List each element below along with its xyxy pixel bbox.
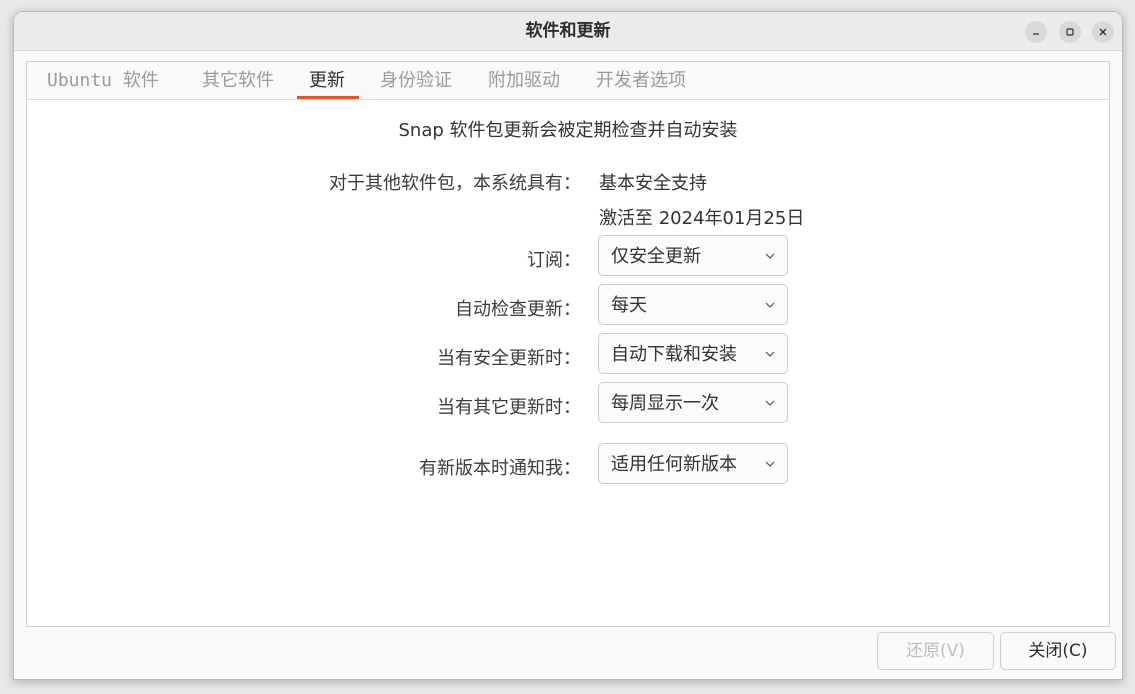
revert-button[interactable]: 还原(V) — [877, 632, 994, 670]
other-updates-select[interactable]: 每周显示一次 — [598, 382, 788, 423]
close-icon — [1099, 28, 1107, 36]
chevron-down-icon — [765, 253, 775, 259]
security-updates-select-value: 自动下载和安装 — [611, 344, 737, 365]
chevron-down-icon — [765, 351, 775, 357]
subscription-select-value: 仅安全更新 — [611, 246, 701, 267]
security-updates-select[interactable]: 自动下载和安装 — [598, 333, 788, 374]
tab-additional-drivers[interactable]: 附加驱动 — [488, 62, 560, 99]
tab-updates[interactable]: 更新 — [309, 62, 345, 99]
notify-label: 有新版本时通知我： — [419, 458, 581, 479]
minimize-icon — [1033, 33, 1039, 35]
window-title: 软件和更新 — [525, 21, 611, 41]
other-packages-value: 基本安全支持 — [599, 173, 707, 194]
subscription-label: 订阅： — [527, 250, 581, 271]
active-tab-indicator — [297, 96, 359, 99]
auto-check-select[interactable]: 每天 — [598, 284, 788, 325]
tab-bar: Ubuntu 软件 其它软件 更新 身份验证 附加驱动 开发者选项 — [27, 62, 1109, 100]
titlebar: 软件和更新 — [14, 12, 1122, 51]
tab-developer-options[interactable]: 开发者选项 — [596, 62, 686, 99]
notify-select[interactable]: 适用任何新版本 — [598, 443, 788, 484]
notify-select-value: 适用任何新版本 — [611, 454, 737, 475]
tab-ubuntu-software[interactable]: Ubuntu 软件 — [47, 62, 159, 99]
close-button[interactable]: 关闭(C) — [1000, 632, 1116, 670]
auto-check-select-value: 每天 — [611, 295, 647, 316]
chevron-down-icon — [765, 302, 775, 308]
tab-authentication[interactable]: 身份验证 — [380, 62, 452, 99]
activation-date: 激活至 2024年01月25日 — [599, 208, 805, 229]
security-updates-label: 当有安全更新时： — [437, 348, 581, 369]
close-window-button[interactable] — [1092, 21, 1114, 43]
notebook-panel: Ubuntu 软件 其它软件 更新 身份验证 附加驱动 开发者选项 Snap 软… — [26, 61, 1110, 627]
subscription-select[interactable]: 仅安全更新 — [598, 235, 788, 276]
minimize-button[interactable] — [1025, 21, 1047, 43]
auto-check-label: 自动检查更新： — [455, 299, 581, 320]
other-updates-label: 当有其它更新时： — [437, 397, 581, 418]
tab-other-software[interactable]: 其它软件 — [202, 62, 274, 99]
snap-update-note: Snap 软件包更新会被定期检查并自动安装 — [398, 120, 738, 141]
software-updates-window: 软件和更新 Ubuntu 软件 其它软件 更新 身份验证 附加驱动 开发者选项 … — [13, 11, 1123, 680]
maximize-icon — [1066, 28, 1074, 36]
chevron-down-icon — [765, 461, 775, 467]
maximize-button[interactable] — [1059, 21, 1081, 43]
other-packages-label: 对于其他软件包，本系统具有： — [329, 173, 581, 194]
chevron-down-icon — [765, 400, 775, 406]
other-updates-select-value: 每周显示一次 — [611, 393, 719, 414]
